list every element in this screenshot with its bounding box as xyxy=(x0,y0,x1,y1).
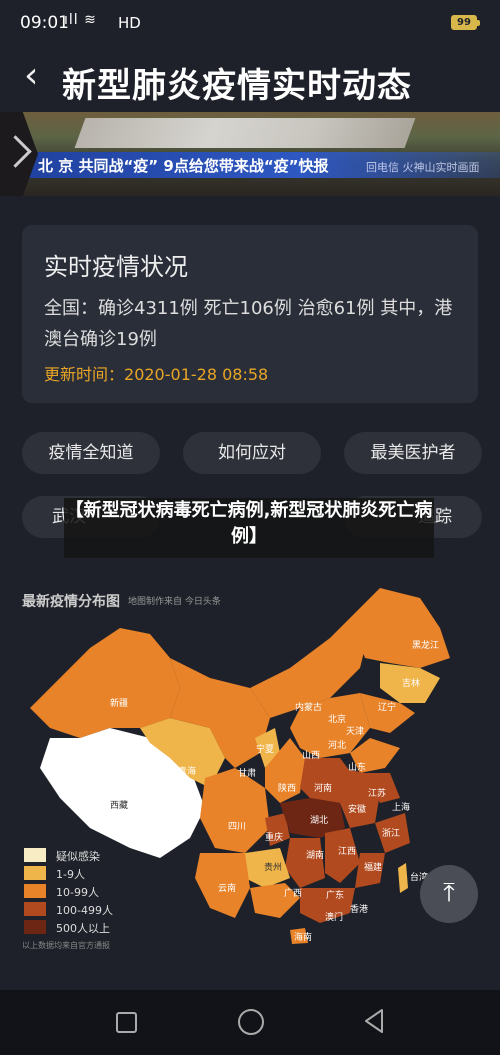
label-yunnan: 云南 xyxy=(218,882,236,894)
label-guangxi: 广西 xyxy=(284,887,302,899)
page-title: 新型肺炎疫情实时动态 xyxy=(62,66,412,106)
label-fujian: 福建 xyxy=(364,861,382,873)
label-jilin: 吉林 xyxy=(402,677,420,689)
scroll-to-top-icon[interactable]: ⤒ xyxy=(420,865,478,923)
region-heilongjiang xyxy=(350,588,450,668)
signal-icon: ıll ≋ xyxy=(64,12,97,28)
label-beijing: 北京 xyxy=(328,713,346,725)
region-sichuan xyxy=(200,768,270,853)
status-card: 实时疫情状况 全国：确诊4311例 死亡106例 治愈61例 其中，港澳台确诊1… xyxy=(22,225,478,403)
label-tibet: 西藏 xyxy=(110,799,128,811)
legend-swatch xyxy=(24,884,46,898)
label-shandong: 山东 xyxy=(348,761,366,773)
clock: 09:01 xyxy=(20,13,69,33)
label-gansu: 甘肃 xyxy=(238,767,256,779)
update-label: 更新时间： xyxy=(44,365,125,384)
legend-label: 1-9人 xyxy=(56,868,85,881)
battery-icon: 99 xyxy=(451,15,480,30)
banner-headline: 北 京 共同战“疫” 9点给您带来战“疫”快报 xyxy=(38,157,329,175)
label-hunan: 湖南 xyxy=(306,849,324,861)
legend-label: 100-499人 xyxy=(56,904,113,917)
map-source: 地图制作来自 今日头条 xyxy=(128,597,221,607)
network-type: HD xyxy=(118,14,141,32)
caption-text: 【新型冠状病毒死亡病例,新型冠状肺炎死亡病例】 xyxy=(65,500,433,547)
chevron-right-icon xyxy=(0,112,38,196)
app-header: ‹ 新型肺炎疫情实时动态 xyxy=(0,46,500,110)
legend-swatch xyxy=(24,848,46,862)
label-sichuan: 四川 xyxy=(228,822,246,832)
button-how-to-respond[interactable]: 如何应对 xyxy=(183,432,321,474)
square-icon[interactable] xyxy=(116,1012,137,1033)
button-epidemic-info[interactable]: 疫情全知道 xyxy=(22,432,160,474)
label-hubei: 湖北 xyxy=(310,815,328,826)
news-banner[interactable]: 北 京 共同战“疫” 9点给您带来战“疫”快报 回电信 火神山实时画面 xyxy=(0,112,500,196)
label-hebei: 河北 xyxy=(328,739,346,751)
caption-overlay: 【新型冠状病毒死亡病例,新型冠状肺炎死亡病例】 xyxy=(64,498,434,558)
card-summary: 全国：确诊4311例 死亡106例 治愈61例 其中，港澳台确诊19例 xyxy=(44,298,453,350)
label-shaanxi: 陕西 xyxy=(278,782,296,794)
triangle-back-icon[interactable] xyxy=(362,1008,386,1034)
label-liaoning: 辽宁 xyxy=(378,701,396,713)
label-jiangsu: 江苏 xyxy=(368,787,386,799)
label-jiangxi: 江西 xyxy=(338,846,356,857)
update-time: 更新时间：2020-01-28 08:58 xyxy=(44,361,268,385)
chevron-left-icon[interactable]: ‹ xyxy=(24,56,38,96)
legend-label: 500人以上 xyxy=(56,922,110,935)
legend-item: 100-499人 xyxy=(24,900,174,918)
region-xinjiang xyxy=(30,628,180,738)
label-zhejiang: 浙江 xyxy=(382,827,400,839)
label-chongqing: 重庆 xyxy=(265,831,283,843)
label-heilongjiang: 黑龙江 xyxy=(412,639,439,651)
label-hainan: 海南 xyxy=(294,931,312,943)
legend-swatch xyxy=(24,902,46,916)
legend-note: 以上数据均来自官方通报 xyxy=(22,941,110,950)
region-taiwan xyxy=(398,863,408,893)
card-title: 实时疫情状况 xyxy=(44,253,188,281)
legend-item: 500人以上 xyxy=(24,918,174,936)
legend-swatch xyxy=(24,866,46,880)
label-shanghai: 上海 xyxy=(392,801,410,813)
legend-item: 疑似感染 xyxy=(24,846,174,864)
legend-swatch xyxy=(24,920,46,934)
legend-label: 10-99人 xyxy=(56,886,99,899)
label-shanxi: 山西 xyxy=(302,750,320,761)
label-hongkong: 香港 xyxy=(350,903,368,915)
label-macau: 澳门 xyxy=(325,911,343,923)
label-guangdong: 广东 xyxy=(326,889,344,901)
label-ningxia: 宁夏 xyxy=(256,743,274,755)
legend-item: 1-9人 xyxy=(24,864,174,882)
label-guizhou: 贵州 xyxy=(264,861,282,873)
banner-photo xyxy=(74,118,416,148)
update-value: 2020-01-28 08:58 xyxy=(124,365,269,384)
legend-item: 10-99人 xyxy=(24,882,174,900)
label-tianjin: 天津 xyxy=(346,726,364,737)
banner-right-text: 回电信 火神山实时画面 xyxy=(366,161,480,174)
region-hunan xyxy=(285,838,325,888)
circle-icon[interactable] xyxy=(238,1009,264,1035)
label-henan: 河南 xyxy=(314,782,332,794)
button-medical-heroes[interactable]: 最美医护者 xyxy=(344,432,482,474)
legend-label: 疑似感染 xyxy=(56,850,100,863)
status-bar: 09:01 ıll ≋ HD 99 xyxy=(0,0,500,46)
label-qinghai: 青海 xyxy=(178,765,196,777)
label-xinjiang: 新疆 xyxy=(110,697,128,709)
map-title: 最新疫情分布图 xyxy=(22,594,120,610)
label-inner-mongolia: 内蒙古 xyxy=(295,701,322,713)
label-anhui: 安徽 xyxy=(348,803,366,815)
